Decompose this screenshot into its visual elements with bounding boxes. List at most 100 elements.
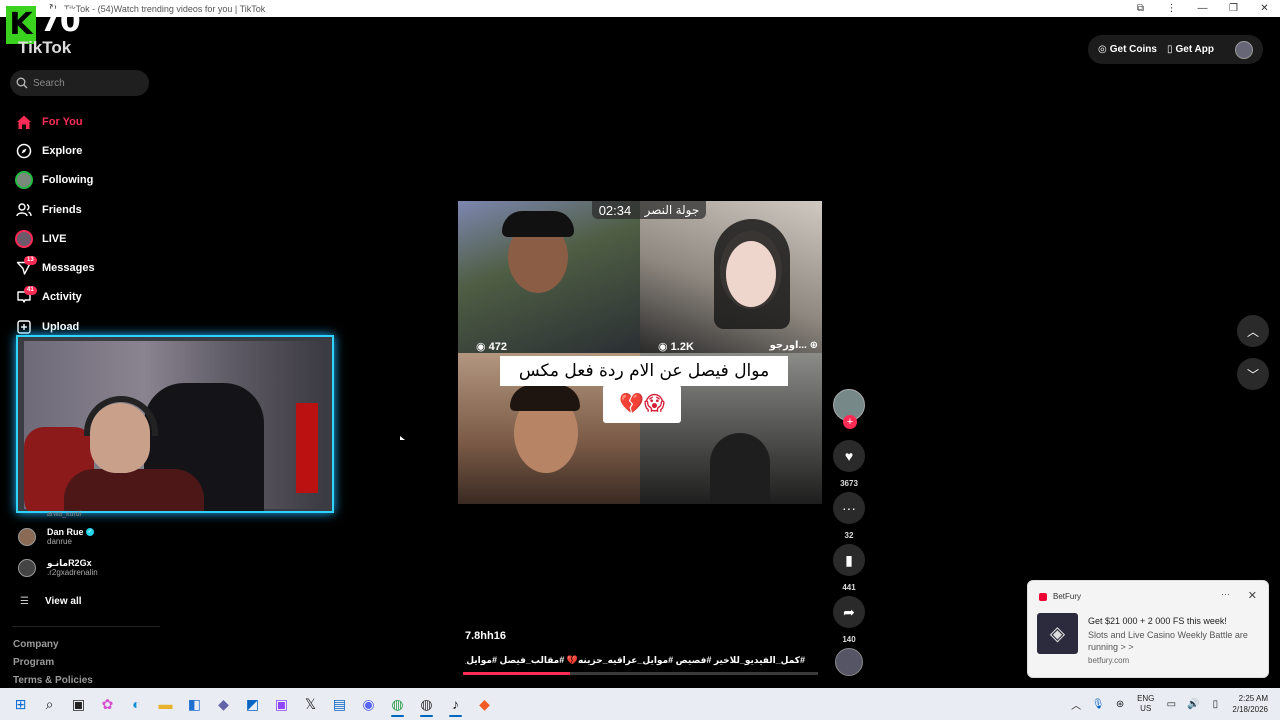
next-video-button[interactable]: ﹀: [1237, 358, 1269, 390]
tiktok-icon[interactable]: ♪: [441, 690, 470, 718]
outlook-icon[interactable]: ◩: [238, 690, 267, 718]
restore-button[interactable]: ❐: [1218, 3, 1249, 14]
account-name: Dan Rue: [47, 526, 84, 537]
nav-label: Friends: [42, 203, 82, 216]
search-input[interactable]: Search: [10, 70, 149, 96]
browser-menu-icon[interactable]: ⋮: [1156, 3, 1187, 14]
nav-following[interactable]: Following: [14, 166, 154, 195]
twitch-icon[interactable]: ▣: [267, 690, 296, 718]
creator-avatar[interactable]: +: [833, 389, 865, 429]
footer-link-company[interactable]: Company: [13, 639, 59, 650]
video-progress-bar[interactable]: [463, 672, 818, 675]
video-caption-emoji: 💔😱: [603, 385, 681, 423]
minimize-button[interactable]: —: [1187, 3, 1218, 14]
system-tray: ︿ 🎙 ⊛ ENG US ▭ 🔊 ▯ 2:25 AM 2/18/2026: [1065, 693, 1280, 715]
nav-for-you[interactable]: For You: [14, 107, 154, 136]
store-icon[interactable]: ◧: [180, 690, 209, 718]
notification-close-button[interactable]: ✕: [1248, 589, 1257, 602]
betfury-app-icon: [1039, 593, 1047, 601]
copilot-icon[interactable]: ✿: [93, 690, 122, 718]
windows-start-icon[interactable]: ⊞: [6, 690, 35, 718]
get-app-button[interactable]: ▯ Get App: [1167, 44, 1214, 55]
network-icon[interactable]: ▭: [1160, 699, 1182, 710]
view-all-label: View all: [45, 596, 82, 607]
brave-icon[interactable]: ◆: [470, 690, 499, 718]
input-language[interactable]: ENG US: [1137, 694, 1154, 714]
like-count: 3673: [840, 479, 858, 488]
profile-avatar[interactable]: [1235, 40, 1253, 59]
webcam-person-body: [64, 469, 204, 511]
save-action[interactable]: ▮ 441: [833, 544, 865, 592]
video-author[interactable]: 7.8hh16: [465, 630, 506, 642]
linkedin-icon[interactable]: ▤: [325, 690, 354, 718]
search-icon[interactable]: ⌕: [35, 690, 64, 718]
teams-icon[interactable]: ◆: [209, 690, 238, 718]
extensions-icon[interactable]: ⧉: [1125, 3, 1156, 14]
keyboard-layout: US: [1140, 704, 1152, 713]
discord-icon[interactable]: ◉: [354, 690, 383, 718]
share-action[interactable]: ➦ 140: [833, 596, 865, 644]
account-handle-cut: arwa_kurdi: [47, 511, 82, 518]
comment-count: 32: [844, 531, 854, 540]
get-app-label: Get App: [1175, 44, 1214, 55]
view-all-button[interactable]: ☰ View all: [20, 596, 82, 607]
battery-icon[interactable]: ▯: [1204, 699, 1226, 710]
video-actions: + ♥ 3673 ··· 32 ▮ 441 ➦ 140: [833, 389, 865, 644]
messages-badge: 13: [24, 256, 37, 266]
coin-icon: ◎: [1098, 44, 1107, 55]
chrome-icon[interactable]: ◍: [383, 690, 412, 718]
comment-action[interactable]: ··· 32: [833, 492, 865, 540]
show-hidden-icons[interactable]: ︿: [1065, 697, 1087, 712]
activity-badge: 41: [24, 285, 37, 295]
nav-label: Explore: [42, 144, 83, 157]
toast-notification[interactable]: BetFury ··· ✕ ◈ Get $21 000 + 2 000 FS t…: [1027, 580, 1269, 678]
music-disc-avatar[interactable]: [835, 648, 863, 676]
account-item[interactable]: Dan Rue ✓ danrue: [18, 521, 158, 552]
heart-icon[interactable]: ♥: [833, 440, 865, 472]
volume-icon[interactable]: 🔊: [1182, 699, 1204, 710]
live-viewer-count-right: ◉ 1.2K اورجو... ⊕: [658, 340, 818, 353]
verified-icon: ✓: [86, 528, 95, 537]
like-action[interactable]: ♥ 3673: [833, 440, 865, 488]
video-hashtags[interactable]: #كمل_الفيديو_للاخير #فصيص #موايل_عراقيه_…: [465, 655, 805, 666]
x-icon[interactable]: 𝕏: [296, 690, 325, 718]
footer-link-program[interactable]: Program: [13, 657, 54, 668]
share-count: 140: [842, 635, 856, 644]
chrome-alt-icon[interactable]: ◍: [412, 690, 441, 718]
compass-icon: [14, 141, 34, 161]
nav-friends[interactable]: Friends: [14, 195, 154, 224]
nav-activity[interactable]: 41 Activity: [14, 283, 154, 312]
live-icon: [14, 229, 34, 249]
footer-link-terms[interactable]: Terms & Policies: [13, 675, 93, 686]
search-icon: [16, 77, 28, 89]
tiktok-logo[interactable]: TikTok: [18, 38, 71, 58]
account-item[interactable]: مانـوR2Gx .r2gxadrenalin: [18, 552, 158, 583]
task-view-icon[interactable]: ▣: [64, 690, 93, 718]
comment-icon[interactable]: ···: [833, 492, 865, 524]
live-viewer-count-left: ◉ 472: [476, 341, 508, 353]
bookmark-icon[interactable]: ▮: [833, 544, 865, 576]
nav-live[interactable]: LIVE: [14, 224, 154, 253]
edge-icon[interactable]: ◐: [122, 690, 151, 718]
nav-label: LIVE: [42, 232, 67, 245]
share-icon[interactable]: ➦: [833, 596, 865, 628]
system-clock[interactable]: 2:25 AM 2/18/2026: [1232, 693, 1268, 715]
get-coins-button[interactable]: ◎ Get Coins: [1098, 44, 1157, 55]
nav-label: Following: [42, 174, 94, 187]
language-code: ENG: [1137, 694, 1155, 703]
microphone-icon[interactable]: 🎙: [1087, 699, 1109, 710]
location-icon[interactable]: ⊛: [1109, 699, 1131, 710]
browser-tab-title: TikTok - (54)Watch trending videos for y…: [64, 3, 266, 14]
follow-plus-icon[interactable]: +: [843, 415, 857, 429]
video-player[interactable]: 02:34 جولة النصر ◉ 472 ◉ 1.2K اورجو... ⊕…: [458, 201, 822, 504]
previous-video-button[interactable]: ︿: [1237, 315, 1269, 347]
notification-more-button[interactable]: ···: [1221, 589, 1230, 599]
file-explorer-icon[interactable]: ▬: [151, 690, 180, 718]
close-window-button[interactable]: ✕: [1249, 3, 1280, 14]
nav-messages[interactable]: 13 Messages: [14, 253, 154, 282]
nav-explore[interactable]: Explore: [14, 136, 154, 165]
notification-title: Get $21 000 + 2 000 FS this week!: [1088, 616, 1227, 626]
save-count: 441: [842, 583, 856, 592]
avatar: [18, 527, 36, 546]
sidebar-nav: For You Explore Following Friends LIVE 1…: [14, 107, 154, 341]
